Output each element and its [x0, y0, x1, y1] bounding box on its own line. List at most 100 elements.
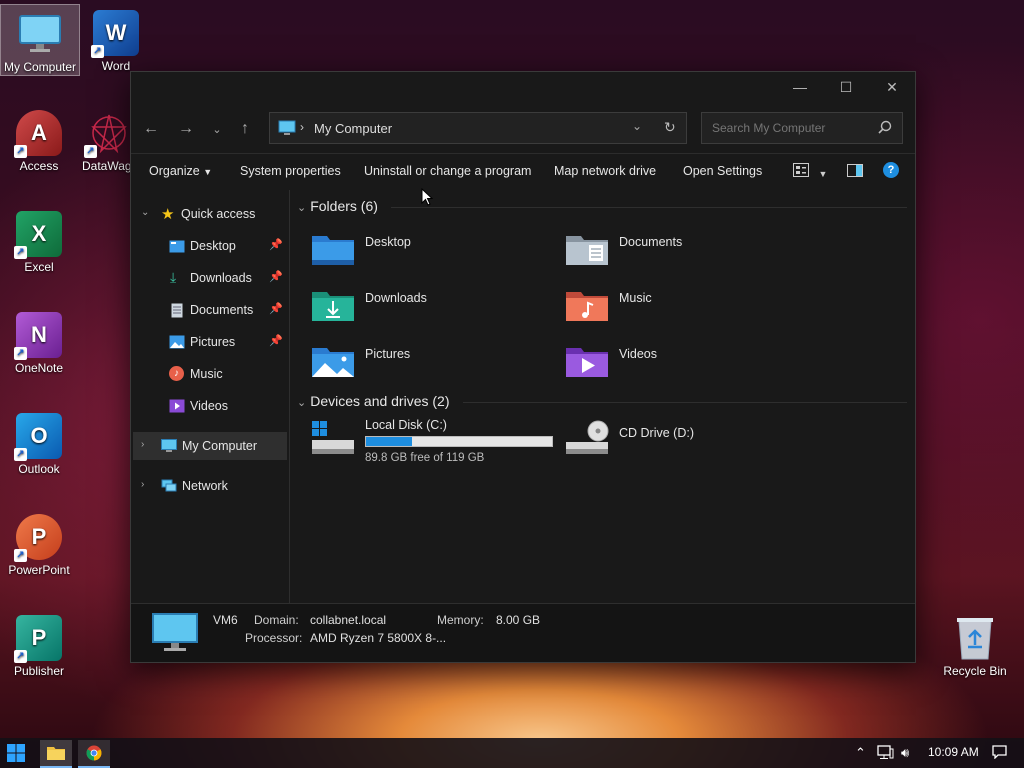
refresh-icon[interactable]: ↻	[664, 119, 676, 136]
shortcut-arrow-icon: ↗	[14, 650, 27, 663]
sidebar-item-pictures[interactable]: Pictures 📌	[131, 328, 287, 356]
dropdown-arrow-icon: ▼	[203, 167, 213, 177]
sidebar-item-downloads[interactable]: ⤓ Downloads 📌	[131, 264, 287, 292]
search-icon[interactable]	[878, 120, 892, 139]
excel-icon: X ↗	[14, 211, 62, 259]
chevron-right-icon[interactable]: ›	[141, 479, 144, 490]
sidebar-item-documents[interactable]: Documents 📌	[131, 296, 287, 324]
title-bar[interactable]: — ☐ ✕	[131, 72, 915, 102]
drive-tile-cd-drive[interactable]: CD Drive (D:)	[565, 418, 805, 462]
sidebar-quick-access[interactable]: ⌄ ★ Quick access	[131, 200, 287, 228]
network-status-icon[interactable]	[877, 745, 894, 763]
desktop-icon-label: Publisher	[13, 664, 65, 678]
help-icon: ?	[883, 162, 899, 178]
drives-group-header[interactable]: ⌄ Devices and drives (2)	[297, 393, 450, 409]
desktop-icon-recycle-bin[interactable]: Recycle Bin	[936, 609, 1014, 678]
sidebar-item-desktop[interactable]: Desktop 📌	[131, 232, 287, 260]
sidebar-item-videos[interactable]: Videos	[131, 392, 287, 420]
desktop-folder-icon	[312, 236, 354, 265]
desktop-icon-label: Outlook	[18, 462, 60, 476]
pin-icon: 📌	[269, 303, 283, 315]
map-network-drive-button[interactable]: Map network drive	[554, 164, 656, 178]
organize-menu[interactable]: Organize ▼	[149, 164, 212, 178]
network-icon	[161, 479, 177, 496]
pin-icon: 📌	[269, 335, 283, 347]
chevron-right-icon[interactable]: ›	[141, 439, 144, 450]
star-icon: ★	[161, 206, 175, 223]
open-settings-button[interactable]: Open Settings	[683, 164, 762, 178]
sidebar-item-my-computer[interactable]: › My Computer	[133, 432, 287, 460]
address-bar[interactable]: › My Computer ⌄ ↻	[269, 112, 687, 144]
search-box[interactable]	[701, 112, 903, 144]
publisher-icon: P ↗	[14, 615, 62, 663]
preview-pane-icon	[847, 164, 863, 180]
sidebar-item-music[interactable]: ♪ Music	[131, 360, 287, 388]
back-button[interactable]: ←	[141, 120, 161, 138]
folder-tile-pictures[interactable]: Pictures	[311, 342, 551, 386]
sidebar-item-network[interactable]: › Network	[131, 472, 287, 500]
desktop-icon-excel[interactable]: X ↗ Excel	[0, 205, 78, 274]
taskbar-chrome[interactable]	[78, 740, 110, 768]
chevron-down-icon: ⌄	[297, 397, 307, 409]
pictures-folder-icon	[312, 348, 354, 377]
folder-tile-documents[interactable]: Documents	[565, 230, 805, 274]
shortcut-arrow-icon: ↗	[14, 145, 27, 158]
address-dropdown-icon[interactable]: ⌄	[632, 119, 642, 133]
picture-icon	[169, 335, 185, 352]
pin-icon: 📌	[269, 239, 283, 251]
desktop-icon-label: PowerPoint	[8, 563, 70, 577]
recent-locations-button[interactable]: ⌄	[207, 123, 227, 136]
processor-label: Processor:	[245, 631, 303, 645]
drive-tile-local-disk[interactable]: Local Disk (C:) 89.8 GB free of 119 GB	[311, 418, 561, 468]
document-icon	[171, 303, 183, 321]
download-icon: ⤓	[170, 269, 177, 285]
datawag-icon: ↗	[84, 110, 132, 158]
navigation-bar: ← → ⌄ ↑ › My Computer ⌄ ↻	[131, 112, 915, 146]
onenote-icon: N ↗	[14, 312, 62, 360]
start-button[interactable]	[6, 743, 28, 763]
desktop-icon-my-computer[interactable]: My Computer	[0, 4, 80, 76]
powerpoint-icon: P ↗	[14, 514, 62, 562]
chevron-down-icon[interactable]: ⌄	[141, 207, 149, 218]
forward-button[interactable]: →	[176, 120, 196, 138]
view-options-button[interactable]: ▼	[793, 163, 827, 180]
notifications-icon[interactable]	[992, 745, 1007, 762]
outlook-icon: O ↗	[14, 413, 62, 461]
shortcut-arrow-icon: ↗	[91, 45, 104, 58]
cd-drive-icon	[566, 420, 609, 454]
desktop-icon-publisher[interactable]: P ↗ Publisher	[0, 609, 78, 678]
folder-tile-music[interactable]: Music	[565, 286, 805, 330]
monitor-icon	[17, 11, 63, 57]
chrome-icon	[86, 745, 102, 761]
taskbar-file-explorer[interactable]	[40, 740, 72, 768]
computer-icon	[152, 613, 198, 651]
taskbar: ⌃ 🔊︎ 10:09 AM	[0, 738, 1024, 768]
folder-tile-desktop[interactable]: Desktop	[311, 230, 551, 274]
desktop-icon-onenote[interactable]: N ↗ OneNote	[0, 306, 78, 375]
folder-tile-downloads[interactable]: Downloads	[311, 286, 551, 330]
search-input[interactable]	[710, 120, 874, 136]
dropdown-arrow-icon: ▼	[818, 169, 828, 179]
uninstall-program-button[interactable]: Uninstall or change a program	[364, 164, 531, 178]
command-bar: Organize ▼ System properties Uninstall o…	[131, 156, 915, 188]
desktop-icon-powerpoint[interactable]: P ↗ PowerPoint	[0, 508, 78, 577]
desktop-icon-word[interactable]: W ↗ Word	[77, 4, 155, 73]
folders-group-header[interactable]: ⌄ Folders (6)	[297, 198, 378, 214]
desktop-icon-access[interactable]: A ↗ Access	[0, 104, 78, 173]
mouse-cursor-icon	[421, 188, 433, 206]
minimize-button[interactable]: —	[777, 76, 823, 98]
help-button[interactable]: ?	[883, 162, 899, 178]
monitor-icon	[278, 120, 296, 141]
volume-icon[interactable]: 🔊︎	[901, 745, 909, 761]
close-button[interactable]: ✕	[869, 76, 915, 98]
up-button[interactable]: ↑	[235, 120, 255, 138]
system-properties-button[interactable]: System properties	[240, 164, 341, 178]
folder-tile-videos[interactable]: Videos	[565, 342, 805, 386]
group-divider	[391, 207, 907, 208]
preview-pane-button[interactable]	[847, 164, 863, 180]
desktop-icon-outlook[interactable]: O ↗ Outlook	[0, 407, 78, 476]
show-hidden-icons-icon[interactable]: ⌃	[855, 745, 866, 761]
chevron-down-icon: ⌄	[297, 202, 307, 214]
maximize-button[interactable]: ☐	[823, 76, 869, 98]
taskbar-clock[interactable]: 10:09 AM	[928, 745, 979, 759]
